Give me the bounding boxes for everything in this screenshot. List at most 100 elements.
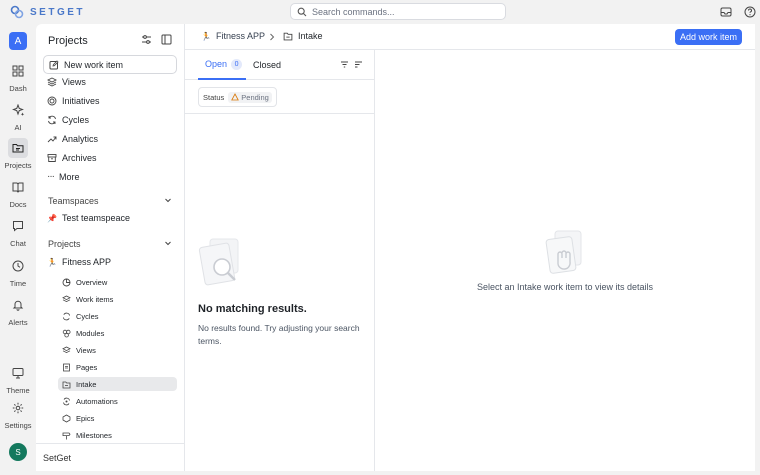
nav-label: Views (62, 77, 86, 87)
tab-bar: Open 0 Closed (185, 50, 374, 80)
sidebar-item-cycles[interactable]: Cycles (47, 115, 89, 125)
rail-item-docs[interactable]: Docs (0, 177, 36, 209)
layers-icon (62, 295, 71, 302)
pencil-square-icon (49, 59, 59, 69)
add-work-item-button[interactable]: Add work item (674, 29, 742, 45)
monitor-icon (8, 363, 28, 383)
rail-label: Chat (10, 239, 26, 248)
overview-icon (62, 278, 71, 286)
rail-item-time[interactable]: Time (0, 256, 36, 288)
filter-label: Status (203, 92, 225, 102)
project-sub-modules[interactable]: Modules (58, 326, 177, 340)
layers-icon (47, 77, 57, 87)
project-sub-epics[interactable]: Epics (58, 411, 177, 425)
help-icon[interactable] (742, 4, 758, 20)
new-work-item-label: New work item (64, 59, 124, 70)
teamspace-item[interactable]: 📌 Test teamspeace (47, 213, 130, 223)
filter-icon[interactable] (340, 60, 349, 71)
user-avatar[interactable]: S (9, 443, 27, 461)
rail-item-chat[interactable]: Chat (0, 216, 36, 248)
folder-icon (8, 138, 28, 158)
runner-icon: 🏃 (47, 257, 57, 267)
sidebar-item-initiatives[interactable]: Initiatives (47, 96, 100, 106)
sidebar-toggle-icon[interactable] (161, 34, 172, 47)
tab-label: Open (205, 59, 228, 69)
page-title: Intake (298, 31, 323, 41)
sidebar-item-archives[interactable]: Archives (47, 153, 97, 163)
sidebar-item-views[interactable]: Views (47, 77, 86, 87)
rail-label: Theme (6, 386, 30, 395)
intake-icon (62, 381, 71, 388)
top-bar: SETGET Search commands... (0, 0, 760, 24)
workspace-avatar[interactable]: A (9, 32, 27, 50)
new-work-item-button[interactable]: New work item (43, 55, 177, 74)
trending-up-icon (47, 136, 57, 143)
section-label: Teamspaces (48, 196, 99, 206)
workspace-footer[interactable]: SetGet (36, 443, 184, 471)
project-item-fitness-app[interactable]: 🏃 Fitness APP (47, 257, 111, 267)
sub-label: Cycles (76, 311, 99, 321)
chevron-down-icon (164, 196, 172, 206)
rail-label: Settings (4, 421, 32, 430)
nav-label: Archives (62, 153, 97, 163)
project-sub-pages[interactable]: Pages (58, 360, 177, 374)
sub-label: Intake (76, 379, 97, 389)
sort-icon[interactable] (354, 60, 363, 71)
search-placeholder: Search commands... (312, 6, 395, 17)
sidebar-item-more[interactable]: ··· More (47, 171, 80, 182)
project-sub-cycles[interactable]: Cycles (58, 309, 177, 323)
project-sub-overview[interactable]: Overview (58, 275, 177, 289)
teamspace-name: Test teamspeace (61, 213, 131, 223)
sidebar-item-analytics[interactable]: Analytics (47, 134, 98, 144)
rail-item-settings[interactable]: Settings (0, 398, 36, 430)
inbox-icon[interactable] (718, 4, 734, 20)
runner-icon: 🏃 (201, 31, 211, 41)
sub-label: Modules (76, 328, 105, 338)
project-sub-views[interactable]: Views (58, 343, 177, 357)
status-filter-chip[interactable]: Status Pending (198, 87, 277, 107)
bell-icon (8, 295, 28, 315)
workspace-name: SetGet (43, 452, 72, 463)
project-sub-intake[interactable]: Intake (58, 377, 177, 391)
app-logo[interactable]: SETGET (10, 5, 85, 19)
rail-item-theme[interactable]: Theme (0, 363, 36, 395)
sub-label: Epics (76, 413, 95, 423)
modules-icon (62, 329, 71, 337)
more-dots-icon: ··· (47, 171, 55, 182)
app-rail: A Dash AI Projects Docs Chat Time Alerts… (0, 24, 36, 475)
filter-value[interactable]: Pending (228, 91, 272, 103)
search-icon (297, 7, 307, 16)
sub-label: Pages (76, 362, 98, 372)
open-count-badge: 0 (231, 58, 243, 70)
breadcrumb-page[interactable]: Intake (283, 31, 323, 41)
logo-mark-icon (10, 5, 24, 19)
empty-state-description: No results found. Try adjusting your sea… (198, 323, 360, 346)
page-icon (63, 363, 70, 371)
clock-icon (8, 256, 28, 276)
milestone-icon (62, 432, 71, 439)
detail-pane: Select an Intake work item to view its d… (375, 50, 755, 471)
rail-label: Docs (9, 200, 27, 209)
rail-item-alerts[interactable]: Alerts (0, 295, 36, 327)
breadcrumb-project[interactable]: 🏃 Fitness APP (201, 31, 265, 41)
project-sub-work-items[interactable]: Work items (58, 292, 177, 306)
chat-icon (8, 216, 28, 236)
detail-empty-message: Select an Intake work item to view its d… (476, 282, 654, 292)
project-sub-automations[interactable]: Automations (58, 394, 177, 408)
sliders-icon[interactable] (141, 34, 152, 47)
book-icon (8, 177, 28, 197)
project-sub-milestones[interactable]: Milestones (58, 428, 177, 442)
rail-label: Projects (4, 161, 32, 170)
rail-label: Dash (9, 84, 27, 93)
tab-open[interactable]: Open 0 (198, 50, 246, 80)
teamspaces-section-header[interactable]: Teamspaces (48, 196, 172, 206)
rail-item-ai[interactable]: AI (0, 100, 36, 132)
rail-item-dash[interactable]: Dash (0, 61, 36, 93)
tab-closed[interactable]: Closed (252, 50, 281, 80)
command-search-input[interactable]: Search commands... (290, 3, 506, 20)
section-label: Projects (48, 239, 81, 249)
projects-section-header[interactable]: Projects (48, 239, 172, 249)
rail-label: Alerts (8, 318, 28, 327)
dashboard-icon (8, 61, 28, 81)
rail-item-projects[interactable]: Projects (0, 138, 36, 170)
